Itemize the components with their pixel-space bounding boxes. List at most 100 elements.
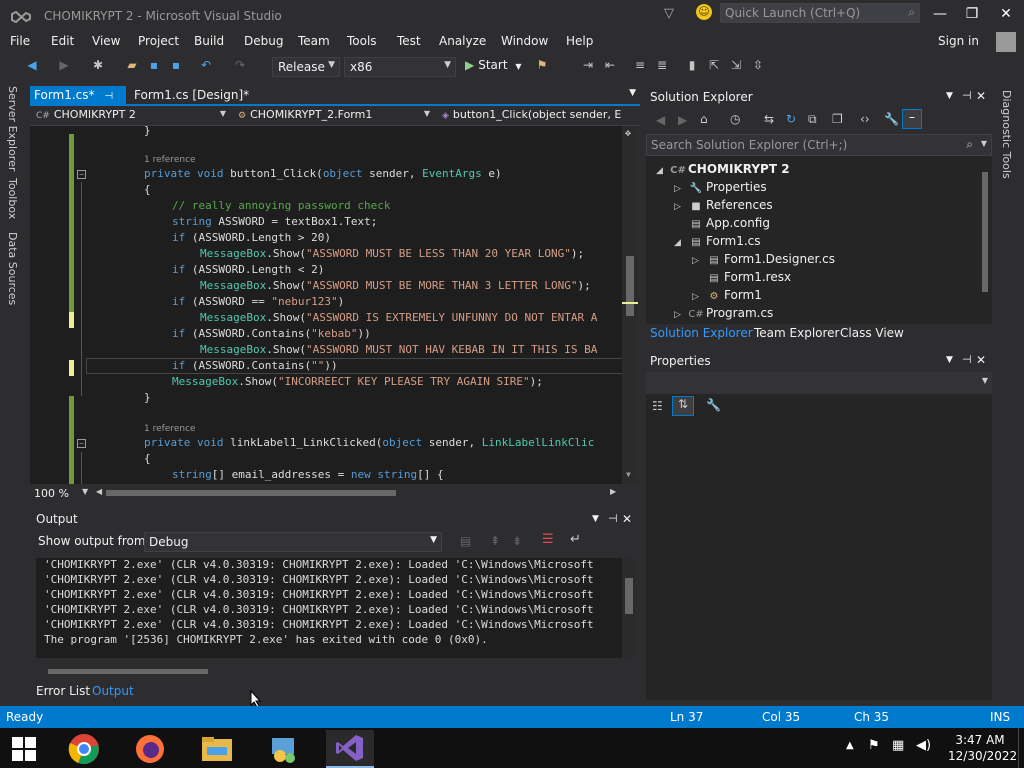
output-horizontal-scrollbar[interactable] bbox=[36, 666, 624, 676]
close-icon[interactable]: ✕ bbox=[976, 353, 986, 367]
prev-bookmark-icon[interactable]: ⇱ bbox=[706, 58, 722, 74]
scrollbar-thumb[interactable] bbox=[625, 578, 633, 614]
data-sources-tab[interactable]: Data Sources bbox=[6, 232, 19, 305]
pin-icon[interactable]: ⊣ bbox=[104, 91, 113, 102]
forward-icon[interactable]: ▶ bbox=[56, 58, 72, 74]
tree-node-app-config[interactable]: ▤ App.config bbox=[674, 216, 770, 230]
tab-class-view[interactable]: Class View bbox=[840, 326, 904, 340]
file-explorer-taskbar-button[interactable] bbox=[193, 730, 241, 768]
tree-node-program-cs[interactable]: ▷ C# Program.cs bbox=[674, 306, 773, 320]
show-all-files-icon[interactable]: ❐ bbox=[832, 112, 843, 126]
start-button[interactable] bbox=[0, 730, 48, 768]
zoom-level-select[interactable]: 100 % bbox=[34, 487, 69, 500]
scrollbar-thumb[interactable] bbox=[626, 256, 634, 316]
output-source-select[interactable]: Debug ▼ bbox=[144, 532, 442, 552]
chevron-down-icon[interactable]: ▼ bbox=[946, 91, 953, 101]
save-icon[interactable]: ▪ bbox=[146, 58, 162, 74]
menu-tools[interactable]: Tools bbox=[347, 34, 377, 48]
taskbar-clock[interactable]: 3:47 AM 12/30/2022 bbox=[948, 732, 1017, 764]
clear-bookmarks-icon[interactable]: ⇳ bbox=[750, 58, 766, 74]
tab-form1-cs[interactable]: Form1.cs* ⊣ ✕ bbox=[30, 86, 126, 116]
show-hidden-icons-icon[interactable]: ▲ bbox=[846, 740, 854, 751]
menu-team[interactable]: Team bbox=[298, 34, 330, 48]
menu-test[interactable]: Test bbox=[397, 34, 421, 48]
expand-icon[interactable]: ▷ bbox=[692, 292, 706, 302]
tab-team-explorer[interactable]: Team Explorer bbox=[754, 326, 840, 340]
properties-wrench-icon[interactable]: 🔧 bbox=[884, 112, 899, 126]
output-text-area[interactable]: 'CHOMIKRYPT 2.exe' (CLR v4.0.30319: CHOM… bbox=[36, 558, 624, 658]
user-avatar-icon[interactable] bbox=[996, 32, 1016, 52]
view-code-icon[interactable]: ‹› bbox=[860, 112, 870, 126]
bookmark-icon[interactable]: ▮ bbox=[684, 58, 700, 74]
toggle-word-wrap-icon[interactable]: ↵ bbox=[570, 532, 581, 547]
menu-project[interactable]: Project bbox=[138, 34, 179, 48]
open-file-icon[interactable]: ▰ bbox=[124, 58, 140, 74]
property-pages-icon[interactable]: 🔧 bbox=[706, 398, 721, 412]
chevron-down-icon[interactable]: ▼ bbox=[629, 88, 636, 98]
find-message-icon[interactable]: ▤ bbox=[460, 534, 471, 548]
menu-help[interactable]: Help bbox=[566, 34, 593, 48]
menu-analyze[interactable]: Analyze bbox=[439, 34, 486, 48]
chevron-down-icon[interactable]: ▼ bbox=[82, 487, 88, 496]
diagnostic-tools-tab[interactable]: Diagnostic Tools bbox=[1000, 90, 1013, 179]
network-icon[interactable]: ▦ bbox=[892, 738, 904, 753]
step-over-icon[interactable]: ⇤ bbox=[602, 58, 618, 74]
collapse-icon[interactable]: − bbox=[77, 170, 86, 179]
tab-form1-design[interactable]: Form1.cs [Design]* bbox=[130, 86, 253, 104]
expand-icon[interactable]: ◢ bbox=[674, 238, 688, 248]
feedback-smiley-icon[interactable]: ☺ bbox=[696, 4, 712, 20]
sign-in-link[interactable]: Sign in bbox=[938, 34, 979, 48]
class-navigation-select[interactable]: ⚙ CHOMIKRYPT_2.Form1 ▼ bbox=[234, 107, 434, 125]
configuration-select[interactable]: Release ▼ bbox=[272, 57, 340, 77]
code-editor[interactable]: − − } 1 reference private void button1_C… bbox=[30, 126, 638, 484]
uncomment-lines-icon[interactable]: ≣ bbox=[654, 58, 670, 74]
tree-node-project[interactable]: ◢ C# CHOMIKRYPT 2 bbox=[656, 162, 790, 176]
next-bookmark-icon[interactable]: ⇲ bbox=[728, 58, 744, 74]
refresh-icon[interactable]: ↻ bbox=[786, 112, 796, 126]
close-icon[interactable]: ✕ bbox=[976, 89, 986, 103]
scrollbar-thumb[interactable] bbox=[48, 669, 208, 674]
tab-solution-explorer[interactable]: Solution Explorer bbox=[650, 326, 753, 340]
solution-search-input[interactable]: Search Solution Explorer (Ctrl+;) ⌕ ▼ bbox=[646, 134, 992, 156]
clear-all-icon[interactable]: ☰ bbox=[542, 532, 554, 547]
tree-node-references[interactable]: ▷ ■ References bbox=[674, 198, 773, 212]
prev-message-icon[interactable]: ⇞ bbox=[490, 534, 500, 548]
scroll-right-icon[interactable]: ▶ bbox=[610, 487, 616, 496]
start-debugging-button[interactable]: ▶ Start ▼ bbox=[465, 58, 522, 72]
close-button[interactable]: ✕ bbox=[996, 6, 1016, 24]
visual-studio-taskbar-button[interactable] bbox=[326, 730, 374, 768]
next-message-icon[interactable]: ⇟ bbox=[512, 534, 522, 548]
tree-node-properties[interactable]: ▷ 🔧 Properties bbox=[674, 180, 767, 194]
member-navigation-select[interactable]: ◈ button1_Click(object sender, E bbox=[438, 107, 638, 125]
app-taskbar-button[interactable] bbox=[260, 730, 308, 768]
categorized-icon[interactable]: ☷ bbox=[652, 399, 663, 413]
tree-node-form1-class[interactable]: ▷ ⚙ Form1 bbox=[692, 288, 762, 302]
expand-icon[interactable]: ▷ bbox=[674, 310, 688, 320]
menu-file[interactable]: File bbox=[10, 34, 30, 48]
firefox-taskbar-button[interactable] bbox=[126, 730, 174, 768]
collapse-icon[interactable]: − bbox=[77, 439, 86, 448]
properties-object-select[interactable]: ▼ bbox=[646, 372, 992, 394]
split-icon[interactable]: ✥ bbox=[625, 128, 631, 139]
alphabetical-icon[interactable]: ⇅ bbox=[672, 396, 694, 416]
tab-output[interactable]: Output bbox=[92, 684, 134, 698]
server-explorer-tab[interactable]: Server Explorer bbox=[6, 86, 19, 171]
close-icon[interactable]: ✕ bbox=[622, 512, 632, 526]
platform-select[interactable]: x86 ▼ bbox=[344, 57, 456, 77]
output-vertical-scrollbar[interactable] bbox=[622, 558, 636, 658]
back-icon[interactable]: ◀ bbox=[24, 58, 40, 74]
home-icon[interactable]: ⌂ bbox=[700, 112, 708, 126]
step-into-icon[interactable]: ⇥ bbox=[580, 58, 596, 74]
pending-changes-icon[interactable]: ◷ bbox=[730, 112, 740, 126]
menu-debug[interactable]: Debug bbox=[244, 34, 283, 48]
show-desktop-button[interactable] bbox=[1018, 728, 1024, 768]
expand-icon[interactable]: ▷ bbox=[674, 184, 688, 194]
minimize-button[interactable]: — bbox=[930, 6, 950, 24]
sync-icon[interactable]: ⇆ bbox=[764, 112, 774, 126]
comment-lines-icon[interactable]: ≡ bbox=[632, 58, 648, 74]
editor-vertical-scrollbar[interactable]: ✥ ▼ bbox=[622, 126, 638, 484]
pin-icon[interactable]: ⊣ bbox=[962, 89, 972, 102]
tab-error-list[interactable]: Error List bbox=[36, 684, 90, 698]
pin-icon[interactable]: ⊣ bbox=[608, 512, 618, 525]
volume-icon[interactable]: ◀) bbox=[916, 738, 931, 753]
